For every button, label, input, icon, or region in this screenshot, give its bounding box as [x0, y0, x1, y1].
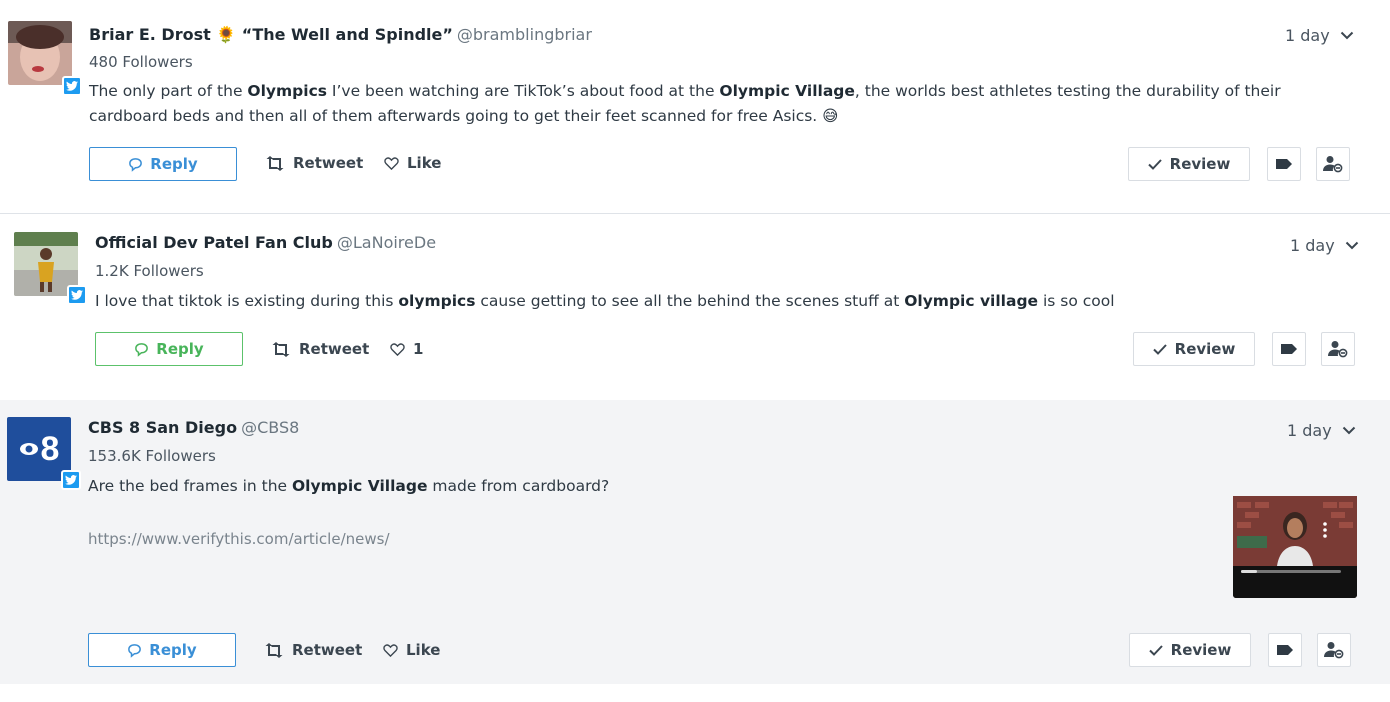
- heart-icon: [384, 156, 399, 170]
- chevron-down-icon[interactable]: [1342, 426, 1356, 435]
- author-handle[interactable]: @CBS8: [241, 418, 299, 437]
- chevron-down-icon[interactable]: [1340, 31, 1354, 40]
- keyword-highlight: Olympics: [247, 82, 327, 100]
- article-link[interactable]: https://www.verifythis.com/article/news/: [88, 530, 390, 548]
- review-label: Review: [1169, 155, 1231, 173]
- cbs-eye-icon: [19, 443, 38, 455]
- post-header: Official Dev Patel Fan Club @LaNoireDe: [95, 233, 436, 252]
- reply-button[interactable]: Reply: [95, 332, 243, 366]
- author-handle[interactable]: @LaNoireDe: [337, 233, 436, 252]
- reply-label: Reply: [149, 641, 197, 659]
- keyword-highlight: Olympic village: [904, 292, 1039, 310]
- review-button[interactable]: Review: [1129, 633, 1251, 667]
- twitter-icon: [61, 470, 81, 490]
- reply-label: Reply: [150, 155, 198, 173]
- time-label: 1 day: [1287, 421, 1332, 440]
- like-button[interactable]: 1: [390, 340, 423, 358]
- review-button[interactable]: Review: [1128, 147, 1250, 181]
- review-button[interactable]: Review: [1133, 332, 1255, 366]
- check-icon: [1148, 644, 1163, 656]
- retweet-button[interactable]: Retweet: [271, 340, 369, 358]
- post-text: The only part of the Olympics I’ve been …: [89, 82, 1281, 125]
- followers-count: 1.2K Followers: [95, 262, 204, 280]
- video-thumbnail[interactable]: [1233, 478, 1357, 598]
- tag-icon: [1276, 159, 1292, 169]
- post-time[interactable]: 1 day: [1287, 421, 1356, 440]
- keyword-highlight: Olympic Village: [292, 477, 428, 495]
- retweet-icon: [265, 642, 283, 658]
- tag-icon: [1281, 344, 1297, 354]
- avatar[interactable]: [8, 21, 72, 85]
- tag-button[interactable]: [1272, 332, 1306, 366]
- reply-button[interactable]: Reply: [89, 147, 237, 181]
- tag-button[interactable]: [1267, 147, 1301, 181]
- like-label: Like: [406, 641, 441, 659]
- author-name[interactable]: Briar E. Drost 🌻 “The Well and Spindle”: [89, 25, 453, 44]
- followers-count: 153.6K Followers: [88, 447, 216, 465]
- post-text: Are the bed frames in the Olympic Villag…: [88, 477, 610, 495]
- retweet-label: Retweet: [292, 641, 363, 659]
- check-icon: [1152, 343, 1167, 355]
- author-name[interactable]: CBS 8 San Diego: [88, 418, 237, 437]
- like-count: 1: [413, 340, 424, 358]
- retweet-label: Retweet: [293, 154, 364, 172]
- retweet-button[interactable]: Retweet: [265, 154, 363, 172]
- reply-label: Reply: [156, 340, 204, 358]
- twitter-icon: [62, 76, 82, 96]
- assign-user-icon: [1323, 156, 1343, 173]
- reply-icon: [135, 342, 149, 357]
- retweet-label: Retweet: [299, 340, 370, 358]
- author-handle[interactable]: @bramblingbriar: [457, 25, 592, 44]
- assign-user-icon: [1324, 642, 1344, 659]
- keyword-highlight: Olympic Village: [719, 82, 855, 100]
- twitter-icon: [67, 285, 87, 305]
- chevron-down-icon[interactable]: [1345, 241, 1359, 250]
- retweet-icon: [272, 341, 290, 357]
- followers-count: 480 Followers: [89, 53, 193, 71]
- reply-icon: [128, 643, 142, 658]
- retweet-button[interactable]: Retweet: [264, 641, 362, 659]
- assign-user-icon: [1328, 341, 1348, 358]
- retweet-icon: [266, 155, 284, 171]
- heart-icon: [390, 342, 405, 356]
- reply-icon: [129, 157, 143, 172]
- tag-button[interactable]: [1268, 633, 1302, 667]
- assign-user-button[interactable]: [1316, 147, 1350, 181]
- avatar-logo-text: 8: [40, 429, 60, 468]
- assign-user-button[interactable]: [1321, 332, 1355, 366]
- post-header: CBS 8 San Diego @CBS8: [88, 418, 299, 437]
- review-label: Review: [1170, 641, 1232, 659]
- check-icon: [1147, 158, 1162, 170]
- post-text: I love that tiktok is existing during th…: [95, 292, 1115, 310]
- like-button[interactable]: Like: [383, 641, 440, 659]
- post-item: Official Dev Patel Fan Club @LaNoireDe 1.…: [0, 215, 1390, 400]
- review-label: Review: [1174, 340, 1236, 358]
- keyword-highlight: olympics: [398, 292, 476, 310]
- social-feed: Briar E. Drost 🌻 “The Well and Spindle” @…: [0, 0, 1390, 702]
- author-name[interactable]: Official Dev Patel Fan Club: [95, 233, 333, 252]
- like-button[interactable]: Like: [384, 154, 441, 172]
- tag-icon: [1277, 645, 1293, 655]
- reply-button[interactable]: Reply: [88, 633, 236, 667]
- heart-icon: [383, 643, 398, 657]
- post-header: Briar E. Drost 🌻 “The Well and Spindle” @…: [89, 25, 592, 44]
- post-item: 8 CBS 8 San Diego @CBS8 153.6K Followers …: [0, 400, 1390, 684]
- time-label: 1 day: [1285, 26, 1330, 45]
- post-item: Briar E. Drost 🌻 “The Well and Spindle” @…: [0, 0, 1390, 214]
- time-label: 1 day: [1290, 236, 1335, 255]
- like-label: Like: [407, 154, 442, 172]
- assign-user-button[interactable]: [1317, 633, 1351, 667]
- post-time[interactable]: 1 day: [1285, 26, 1354, 45]
- post-time[interactable]: 1 day: [1290, 236, 1359, 255]
